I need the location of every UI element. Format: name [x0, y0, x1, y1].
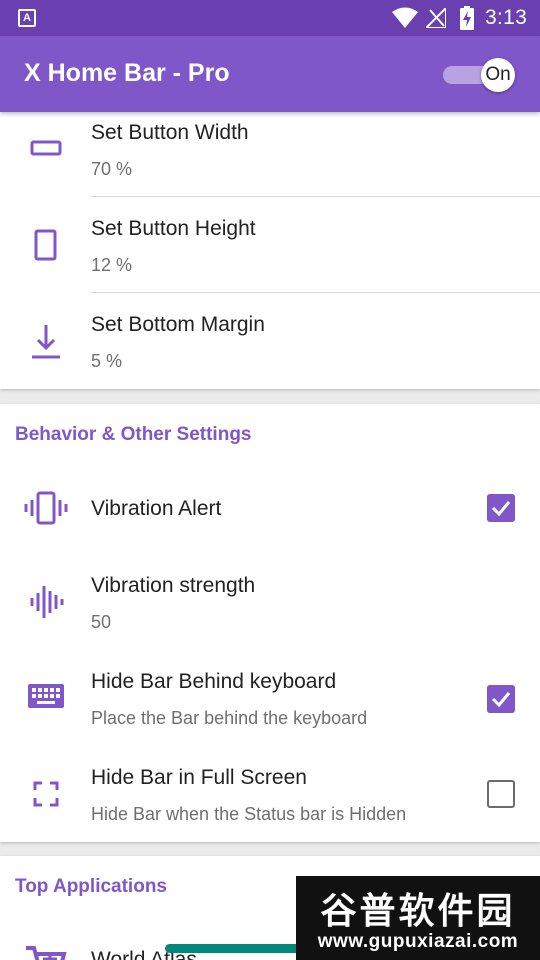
setting-hide-bar-keyboard[interactable]: Hide Bar Behind keyboard Place the Bar b…	[0, 646, 540, 742]
setting-bottom-margin[interactable]: Set Bottom Margin 5 %	[0, 293, 540, 389]
sound-wave-icon	[30, 586, 64, 618]
setting-value: 5 %	[91, 351, 123, 371]
wifi-icon	[392, 7, 418, 28]
app-bar: X Home Bar - Pro On	[0, 36, 540, 112]
master-toggle-switch[interactable]: On	[443, 58, 515, 92]
status-bar: A 3:13	[0, 0, 540, 36]
setting-title: Hide Bar in Full Screen	[91, 766, 307, 789]
size-settings-card: Set Button Width 70 % Set Button Height …	[0, 112, 540, 389]
cart-app-icon	[26, 946, 67, 960]
setting-summary: Place the Bar behind the keyboard	[91, 708, 368, 728]
toggle-thumb: On	[481, 58, 515, 92]
setting-button-width[interactable]: Set Button Width 70 %	[0, 112, 540, 196]
setting-value: 70 %	[91, 159, 133, 179]
section-header-behavior: Behavior & Other Settings	[15, 424, 252, 445]
height-rectangle-icon	[34, 229, 57, 261]
setting-title: Set Bottom Margin	[91, 313, 265, 336]
keyboard-icon	[28, 684, 64, 708]
setting-value: 50	[91, 612, 112, 632]
setting-title: Vibration strength	[91, 574, 256, 597]
notification-icon: A	[18, 9, 36, 27]
watermark: 谷普软件园 www.gupuxiazai.com	[296, 876, 540, 960]
clock: 3:13	[485, 6, 528, 29]
setting-title: Set Button Width	[91, 121, 249, 144]
hide-bar-keyboard-checkbox[interactable]	[487, 685, 515, 713]
behavior-settings-card: Behavior & Other Settings Vibration Aler…	[0, 404, 540, 842]
battery-charging-icon	[460, 6, 474, 30]
vibration-icon	[24, 491, 68, 525]
setting-title: Vibration Alert	[91, 497, 222, 520]
vibration-alert-checkbox[interactable]	[487, 494, 515, 522]
setting-button-height[interactable]: Set Button Height 12 %	[0, 197, 540, 292]
setting-title: Hide Bar Behind keyboard	[91, 670, 337, 693]
no-signal-icon	[426, 8, 446, 28]
watermark-url: www.gupuxiazai.com	[317, 931, 519, 952]
setting-vibration-alert[interactable]: Vibration Alert	[0, 470, 540, 550]
setting-value: 12 %	[91, 255, 133, 275]
width-rectangle-icon	[30, 140, 62, 156]
setting-vibration-strength[interactable]: Vibration strength 50	[0, 550, 540, 646]
bottom-margin-icon	[32, 325, 60, 359]
setting-title: Set Button Height	[91, 217, 256, 240]
hide-bar-fullscreen-checkbox[interactable]	[487, 780, 515, 808]
app-title: X Home Bar - Pro	[24, 59, 230, 87]
watermark-title: 谷普软件园	[320, 890, 516, 931]
setting-summary: Hide Bar when the Status bar is Hidden	[91, 804, 407, 824]
section-header-top-apps: Top Applications	[15, 876, 167, 897]
setting-hide-bar-fullscreen[interactable]: Hide Bar in Full Screen Hide Bar when th…	[0, 742, 540, 842]
fullscreen-icon	[33, 781, 59, 807]
